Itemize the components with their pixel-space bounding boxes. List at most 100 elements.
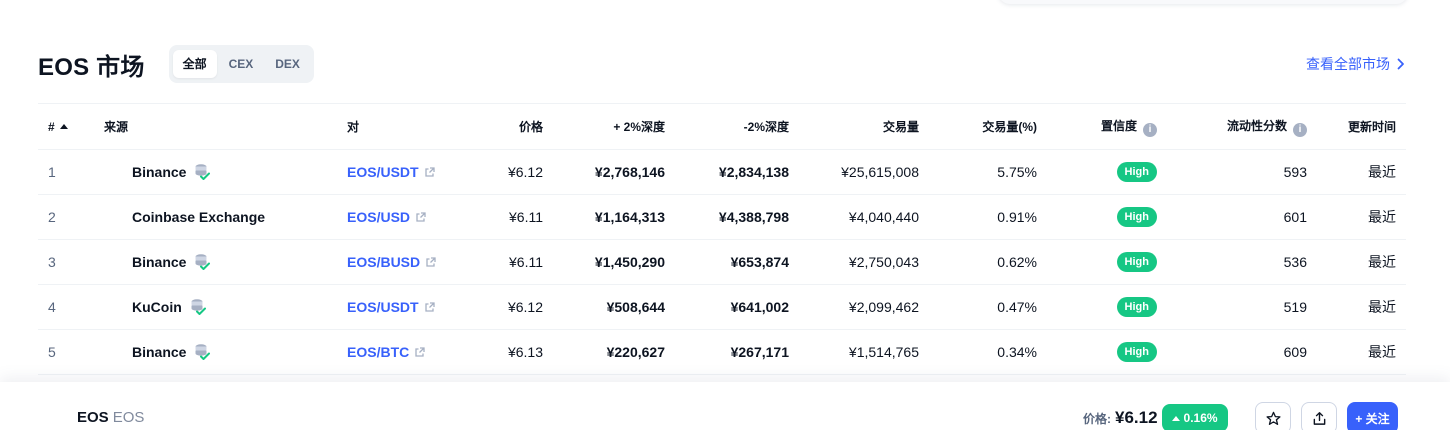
row-volume-pct: 0.62% — [929, 239, 1047, 285]
share-button[interactable] — [1301, 402, 1337, 430]
row-volume: ¥25,615,008 — [799, 149, 929, 195]
price-summary: 价格: ¥6.12 0.16% — [1083, 404, 1228, 430]
price-label: 价格: — [1083, 411, 1111, 426]
markets-header: EOS 市场 全部 CEX DEX 查看全部市场 — [38, 44, 1406, 84]
row-pair[interactable]: EOS/BUSD — [337, 239, 457, 285]
row-depth-plus: ¥508,644 — [553, 284, 675, 330]
col-liquidity[interactable]: 流动性分数 i — [1167, 103, 1317, 150]
col-depth-plus[interactable]: + 2%深度 — [553, 103, 675, 150]
row-confidence: High — [1047, 329, 1167, 375]
row-rank: 5 — [38, 329, 94, 375]
row-depth-plus: ¥1,450,290 — [553, 239, 675, 285]
row-depth-plus: ¥2,768,146 — [553, 149, 675, 195]
row-volume-pct: 0.34% — [929, 329, 1047, 375]
row-price: ¥6.11 — [457, 194, 553, 240]
row-confidence: High — [1047, 194, 1167, 240]
exchange-name[interactable]: Binance — [132, 254, 186, 270]
coin-symbol: EOS — [112, 409, 145, 426]
chevron-right-icon — [1397, 58, 1404, 70]
row-volume-pct: 0.91% — [929, 194, 1047, 240]
row-confidence: High — [1047, 284, 1167, 330]
confidence-badge: High — [1116, 162, 1157, 182]
col-price[interactable]: 价格 — [457, 103, 553, 150]
price-value: ¥6.12 — [1115, 408, 1158, 427]
row-source[interactable]: Binance — [94, 329, 337, 375]
database-check-icon — [195, 254, 211, 270]
row-volume: ¥2,750,043 — [799, 239, 929, 285]
table-row: 5 Binance EOS/BTC ¥6.13 ¥220,627 ¥267,17… — [38, 329, 1406, 375]
pair-link[interactable]: EOS/USD — [347, 209, 410, 225]
watchlist-star-button[interactable] — [1255, 402, 1291, 430]
pair-link[interactable]: EOS/USDT — [347, 164, 419, 180]
exchange-name[interactable]: Binance — [132, 164, 186, 180]
row-depth-plus: ¥220,627 — [553, 329, 675, 375]
row-volume: ¥2,099,462 — [799, 284, 929, 330]
exchange-name[interactable]: Binance — [132, 344, 186, 360]
row-rank: 3 — [38, 239, 94, 285]
row-rank: 4 — [38, 284, 94, 330]
exchange-name[interactable]: Coinbase Exchange — [132, 209, 265, 225]
filter-cex-button[interactable]: CEX — [219, 50, 264, 78]
row-source[interactable]: KuCoin — [94, 284, 337, 330]
row-confidence: High — [1047, 149, 1167, 195]
external-link-icon[interactable] — [414, 346, 425, 358]
confidence-badge: High — [1116, 297, 1157, 317]
markets-table: # 来源 对 价格 + 2%深度 -2%深度 交易量 交易量(%) 置信度 i 流… — [38, 103, 1406, 375]
external-link-icon[interactable] — [424, 166, 435, 178]
pair-link[interactable]: EOS/BUSD — [347, 254, 420, 270]
external-link-icon[interactable] — [424, 301, 435, 313]
caret-up-icon — [1171, 415, 1180, 421]
view-all-markets-link[interactable]: 查看全部市场 — [1306, 54, 1406, 74]
row-pair[interactable]: EOS/BTC — [337, 329, 457, 375]
table-row: 2 Coinbase Exchange EOS/USD ¥6.11 ¥1,164… — [38, 194, 1406, 240]
row-price: ¥6.13 — [457, 329, 553, 375]
row-depth-minus: ¥267,171 — [675, 329, 799, 375]
row-price: ¥6.11 — [457, 239, 553, 285]
col-volume-pct[interactable]: 交易量(%) — [929, 103, 1047, 150]
table-row: 1 Binance EOS/USDT ¥6.12 ¥2,768,146 ¥2,8… — [38, 149, 1406, 195]
page-title: EOS 市场 — [38, 53, 145, 81]
table-row: 3 Binance EOS/BUSD ¥6.11 ¥1,450,290 ¥653… — [38, 239, 1406, 285]
row-updated: 最近 — [1317, 284, 1406, 330]
row-liquidity: 601 — [1167, 194, 1317, 240]
row-pair[interactable]: EOS/USDT — [337, 149, 457, 195]
col-depth-minus[interactable]: -2%深度 — [675, 103, 799, 150]
sticky-coin-bar: EOS EOS 价格: ¥6.12 0.16% + 关注 — [0, 382, 1450, 430]
market-type-filter: 全部 CEX DEX — [168, 45, 314, 83]
col-volume[interactable]: 交易量 — [799, 103, 929, 150]
row-price: ¥6.12 — [457, 149, 553, 195]
coin-title: EOS EOS — [77, 409, 144, 426]
share-icon — [1313, 411, 1325, 425]
row-volume-pct: 5.75% — [929, 149, 1047, 195]
col-updated[interactable]: 更新时间 — [1317, 103, 1406, 150]
col-pair[interactable]: 对 — [337, 103, 457, 150]
col-source[interactable]: 来源 — [94, 103, 337, 150]
info-icon[interactable]: i — [1293, 122, 1307, 137]
row-source[interactable]: Binance — [94, 149, 337, 195]
row-pair[interactable]: EOS/USD — [337, 194, 457, 240]
database-check-icon — [195, 344, 211, 360]
confidence-badge: High — [1116, 342, 1157, 362]
col-confidence[interactable]: 置信度 i — [1047, 103, 1167, 150]
row-source[interactable]: Coinbase Exchange — [94, 194, 337, 240]
row-depth-minus: ¥2,834,138 — [675, 149, 799, 195]
pair-link[interactable]: EOS/USDT — [347, 299, 419, 315]
external-link-icon[interactable] — [425, 256, 436, 268]
external-link-icon[interactable] — [415, 211, 426, 223]
row-volume: ¥1,514,765 — [799, 329, 929, 375]
row-rank: 1 — [38, 149, 94, 195]
info-icon[interactable]: i — [1143, 122, 1157, 137]
table-header-row: # 来源 对 价格 + 2%深度 -2%深度 交易量 交易量(%) 置信度 i 流… — [38, 103, 1406, 150]
row-source[interactable]: Binance — [94, 239, 337, 285]
filter-all-button[interactable]: 全部 — [172, 50, 217, 78]
exchange-name[interactable]: KuCoin — [132, 299, 182, 315]
pair-link[interactable]: EOS/BTC — [347, 344, 409, 360]
row-liquidity: 536 — [1167, 239, 1317, 285]
row-volume-pct: 0.47% — [929, 284, 1047, 330]
col-rank[interactable]: # — [38, 103, 94, 150]
row-pair[interactable]: EOS/USDT — [337, 284, 457, 330]
star-icon — [1265, 411, 1281, 425]
filter-dex-button[interactable]: DEX — [265, 50, 310, 78]
row-confidence: High — [1047, 239, 1167, 285]
follow-button[interactable]: + 关注 — [1347, 402, 1398, 430]
